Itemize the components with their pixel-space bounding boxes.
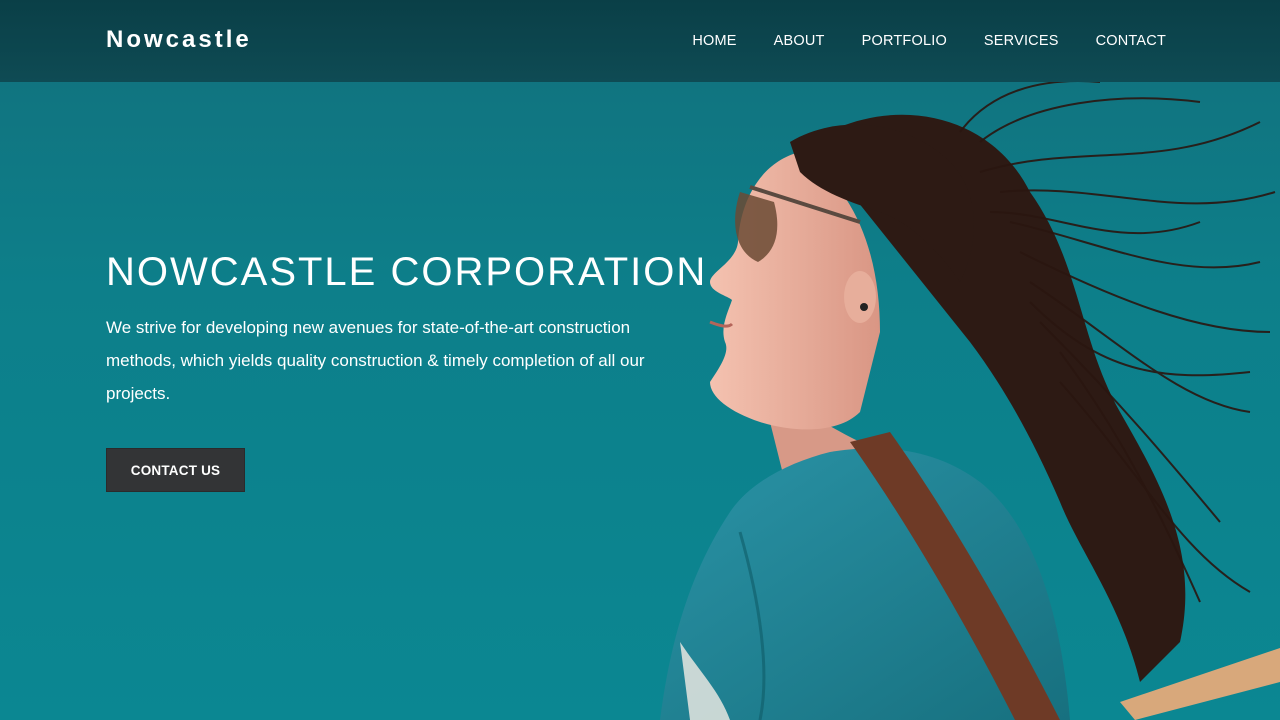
hero-section: NOWCASTLE CORPORATION We strive for deve… [106, 250, 706, 492]
nav-link-services[interactable]: SERVICES [984, 33, 1059, 49]
nav-item-home: HOME [692, 32, 736, 50]
nav-link-portfolio[interactable]: PORTFOLIO [862, 33, 947, 49]
brand-logo[interactable]: Nowcastle [106, 26, 252, 54]
nav-item-portfolio: PORTFOLIO [862, 32, 947, 50]
nav-link-home[interactable]: HOME [692, 33, 736, 49]
nav-item-services: SERVICES [984, 32, 1059, 50]
nav-item-contact: CONTACT [1096, 32, 1166, 50]
hero-description: We strive for developing new avenues for… [106, 318, 645, 403]
nav-menu: HOME ABOUT PORTFOLIO SERVICES CONTACT [655, 32, 1166, 50]
contact-us-button[interactable]: CONTACT US [106, 448, 245, 492]
nav-item-about: ABOUT [774, 32, 825, 50]
hero-title: NOWCASTLE CORPORATION [106, 250, 708, 294]
landing-page: Nowcastle HOME ABOUT PORTFOLIO SERVICES … [0, 0, 1280, 720]
navbar: Nowcastle HOME ABOUT PORTFOLIO SERVICES … [0, 0, 1280, 82]
nav-link-about[interactable]: ABOUT [774, 33, 825, 49]
nav-link-contact[interactable]: CONTACT [1096, 33, 1166, 49]
